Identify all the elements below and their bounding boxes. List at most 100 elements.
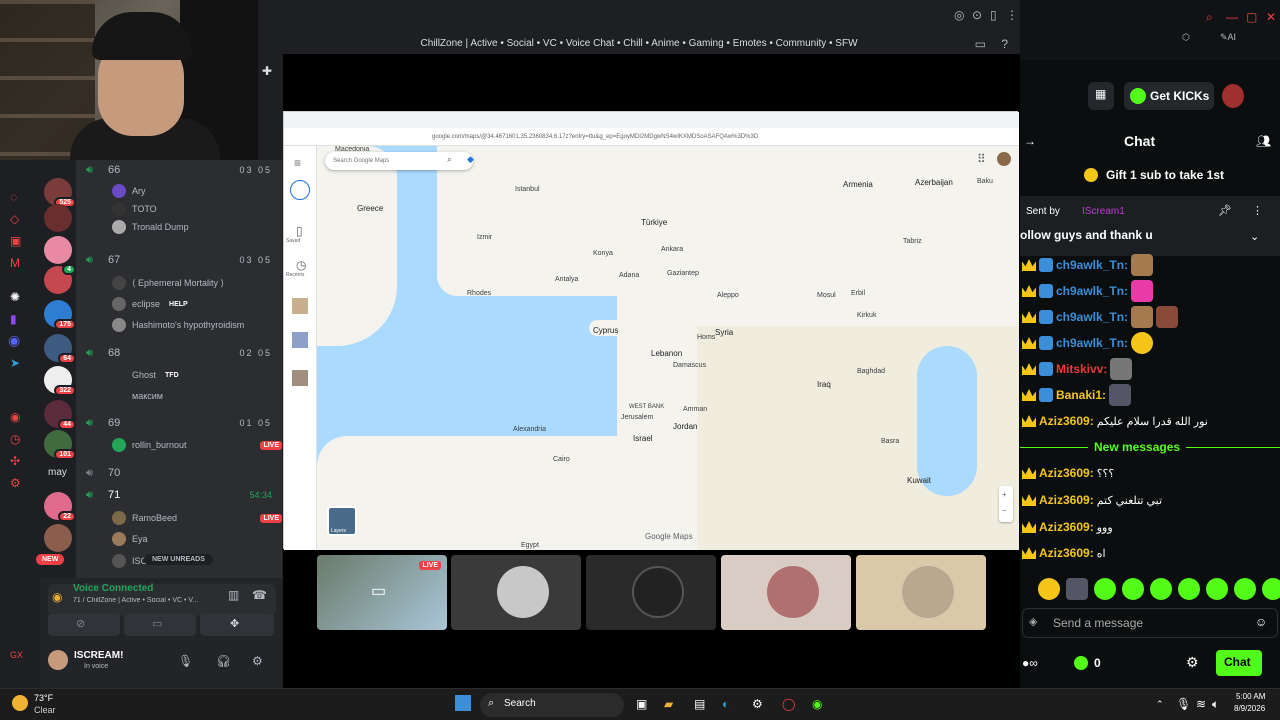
voice-user[interactable]: Eya xyxy=(112,530,282,548)
emote-button[interactable] xyxy=(1262,578,1280,600)
chat-input[interactable]: ◈ Send a message ☺ xyxy=(1022,608,1278,638)
guild-icon[interactable] xyxy=(44,236,72,264)
chat-user[interactable]: Mitskivv: xyxy=(1056,362,1107,376)
start-icon[interactable] xyxy=(455,695,471,711)
guild-icon[interactable]: 4 xyxy=(44,264,76,294)
history-icon[interactable]: ◷ xyxy=(296,258,306,272)
bookmark-icon[interactable]: ▯ xyxy=(296,224,303,238)
search-icon[interactable]: ⌕ xyxy=(447,154,452,165)
search-icon[interactable]: ⌕ xyxy=(1206,10,1213,25)
puzzle-icon[interactable]: ✣ xyxy=(10,454,20,468)
discord-icon[interactable]: ◉ xyxy=(8,332,20,349)
user-settings-icon[interactable]: ⚙ xyxy=(252,654,263,668)
menu-icon[interactable]: ≡ xyxy=(294,156,301,170)
get-kicks-button[interactable]: Get KICKs xyxy=(1124,82,1214,110)
headphones-icon[interactable]: 🎧︎ xyxy=(216,654,231,668)
zoom-controls[interactable]: + − xyxy=(999,486,1013,522)
chat-user[interactable]: ch9awlk_Tn: xyxy=(1056,310,1128,324)
voice-channel-68[interactable]: 🔊︎ 68 02 05 xyxy=(86,343,276,363)
apps-grid-icon[interactable]: ⠿ xyxy=(977,152,986,166)
collapse-chat-icon[interactable]: → xyxy=(1024,134,1036,148)
emote-button[interactable] xyxy=(1178,578,1200,600)
rail-icon-4[interactable]: M xyxy=(10,256,20,270)
guild-icon[interactable]: 64 xyxy=(44,334,76,364)
help-icon[interactable]: ⊙ xyxy=(972,8,982,22)
chat-user[interactable]: Aziz3609: xyxy=(1039,493,1094,507)
kick-app-icon[interactable]: ◉ xyxy=(812,697,822,711)
voice-channel-71[interactable]: 🔊︎ 71 54:34 xyxy=(86,485,276,505)
guild-icon[interactable] xyxy=(44,204,72,232)
emoji-icon[interactable]: ☺ xyxy=(1255,615,1267,629)
edge-icon[interactable]: ◐ xyxy=(722,697,729,711)
voice-user[interactable]: ⟨ Ephemeral Mortality ⟩ xyxy=(112,274,282,292)
guild-icon[interactable]: 525 xyxy=(44,178,76,208)
guild-icon[interactable]: 322 xyxy=(44,366,76,396)
send-chat-button[interactable]: Chat xyxy=(1216,650,1262,676)
voice-user[interactable]: TOTO xyxy=(112,200,282,218)
chat-user[interactable]: ch9awlk_Tn: xyxy=(1056,258,1128,272)
settings-rail-icon[interactable]: ⚙ xyxy=(10,476,21,490)
voice-user[interactable]: Ary xyxy=(112,182,282,200)
store-icon[interactable]: ▤ xyxy=(694,697,705,711)
participant-tile[interactable] xyxy=(721,555,851,630)
voice-channel-67[interactable]: 🔊︎ 67 03 05 xyxy=(86,250,276,270)
ai-icon[interactable]: ✎AI xyxy=(1220,32,1236,43)
participant-tile[interactable] xyxy=(586,555,716,630)
avatar[interactable] xyxy=(48,650,68,670)
add-friend-icon[interactable]: ✚ xyxy=(262,64,272,78)
weather-desc[interactable]: Clear xyxy=(34,705,56,715)
weather-temp[interactable]: 73°F xyxy=(34,693,53,703)
tray-chevron-icon[interactable]: ⌃ xyxy=(1156,699,1164,710)
chat-message[interactable]: Aziz3609: ؟؟؟ xyxy=(1020,462,1278,484)
guild-folder-label[interactable]: may xyxy=(48,467,67,478)
activities-button[interactable]: ✥ xyxy=(200,614,274,636)
recent-thumb[interactable] xyxy=(292,370,308,386)
signal-icon[interactable]: ◉ xyxy=(52,590,62,604)
chat-user[interactable]: ch9awlk_Tn: xyxy=(1056,284,1128,298)
maximize-icon[interactable]: ▢ xyxy=(1246,10,1257,24)
chat-user[interactable]: Aziz3609: xyxy=(1039,414,1094,428)
close-icon[interactable]: ✕ xyxy=(1266,10,1276,24)
participant-tile[interactable] xyxy=(856,555,986,630)
chatgpt-icon[interactable]: ✺ xyxy=(10,290,20,304)
chat-message[interactable]: ch9awlk_Tn: xyxy=(1020,332,1278,354)
new-pill[interactable]: NEW xyxy=(36,554,65,565)
emote-button[interactable] xyxy=(1234,578,1256,600)
minimize-icon[interactable]: ▯ xyxy=(990,8,997,22)
guild-icon[interactable]: 22 xyxy=(44,492,76,522)
chat-message[interactable]: Banaki1: xyxy=(1020,384,1278,406)
extensions-icon[interactable]: ⬡ xyxy=(1182,32,1190,43)
rail-icon-3[interactable]: ▣ xyxy=(10,234,21,248)
chat-user[interactable]: ch9awlk_Tn: xyxy=(1056,336,1128,350)
volume-icon[interactable]: 🔈︎ xyxy=(1212,697,1219,712)
chat-message[interactable]: Mitskivv: xyxy=(1020,358,1278,380)
task-view-icon[interactable]: ▣ xyxy=(636,697,647,711)
account-avatar[interactable] xyxy=(997,152,1011,166)
voice-connected-label[interactable]: Voice Connected xyxy=(73,583,153,594)
chat-user[interactable]: Aziz3609: xyxy=(1039,520,1094,534)
participant-tile[interactable] xyxy=(451,555,581,630)
clock-time[interactable]: 5:00 AM xyxy=(1236,692,1265,701)
chat-user[interactable]: Aziz3609: xyxy=(1039,546,1094,560)
guild-icon[interactable]: 175 xyxy=(44,300,76,330)
new-unreads-pill[interactable]: NEW UNREADS xyxy=(144,554,213,565)
disconnect-icon[interactable]: ☎ xyxy=(252,588,267,602)
guild-icon[interactable]: 101 xyxy=(44,430,76,460)
voice-user[interactable]: Hashimoto's hypothyroidism xyxy=(112,316,282,334)
chat-message[interactable]: ch9awlk_Tn: xyxy=(1020,280,1278,302)
voice-channel-70[interactable]: 🔊︎ 70 xyxy=(86,463,276,483)
twitch-icon[interactable]: ▮ xyxy=(10,312,17,326)
chat-message[interactable]: ch9awlk_Tn: xyxy=(1020,254,1278,276)
voice-user[interactable]: rollin_burnout LIVE xyxy=(112,436,282,454)
zoom-in-icon[interactable]: + xyxy=(1002,490,1007,499)
theater-button[interactable]: ▦ xyxy=(1088,82,1114,110)
chat-message[interactable]: Aziz3609: ووو xyxy=(1020,516,1278,538)
chat-user[interactable]: Banaki1: xyxy=(1056,388,1106,402)
voice-user[interactable]: Ghost TFD xyxy=(132,366,302,384)
chat-message[interactable]: Aziz3609: نور الله قدرا سلام عليكم xyxy=(1020,410,1278,432)
map-canvas[interactable]: Search Google Maps ⌕ ◆ ⠿ Greece Türkiye … xyxy=(317,146,1019,550)
rail-icon-1[interactable]: ◌ xyxy=(10,190,17,204)
opera-icon[interactable]: ◯ xyxy=(782,697,795,711)
settings-app-icon[interactable]: ⚙ xyxy=(752,697,763,711)
voice-channel-69[interactable]: 🔊︎ 69 01 05 xyxy=(86,413,276,433)
